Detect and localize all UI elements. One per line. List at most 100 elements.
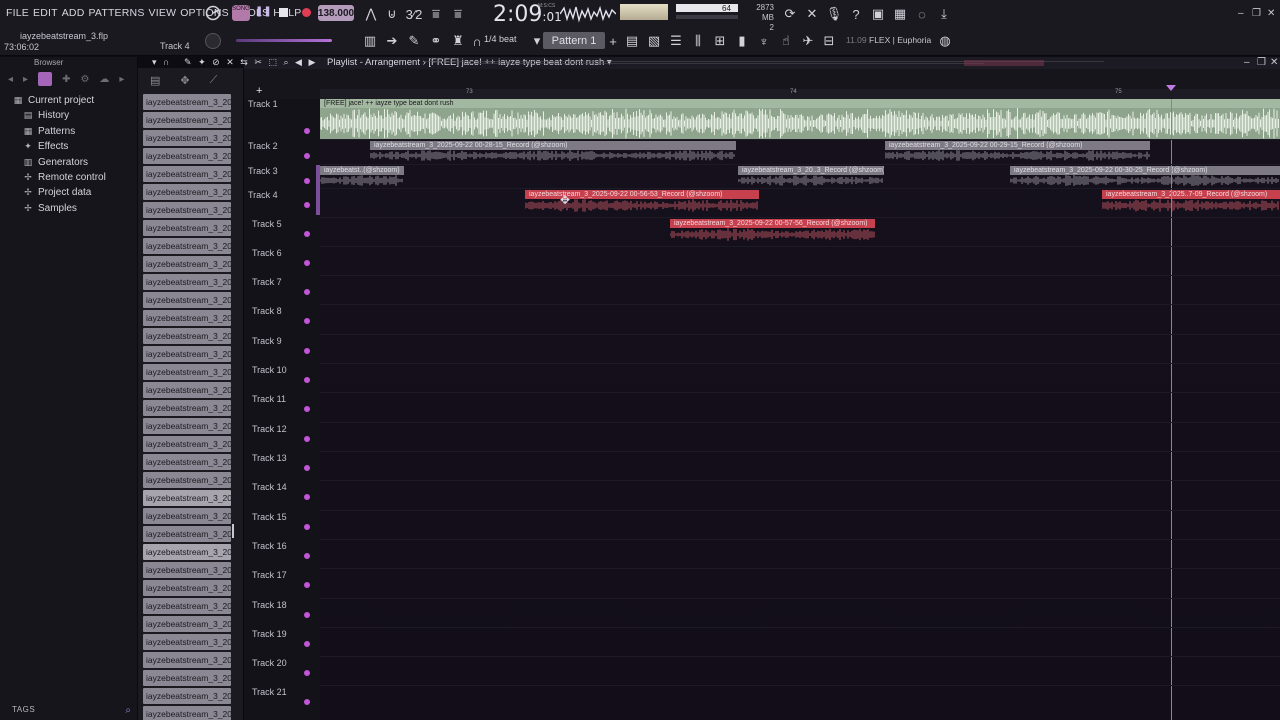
- clip-track3-b[interactable]: iayzebeatstream_3_20..3_Record (@shzoom): [738, 166, 884, 186]
- back-icon[interactable]: ◂: [8, 74, 13, 85]
- track-mute-button[interactable]: [304, 377, 310, 383]
- channel-clip-item[interactable]: iayzebeatstream_3_2025...: [143, 292, 231, 308]
- track-mute-button[interactable]: [304, 318, 310, 324]
- channel-list-scrollbar[interactable]: [232, 524, 234, 538]
- track-mute-button[interactable]: [304, 178, 310, 184]
- track-mute-button[interactable]: [304, 494, 310, 500]
- mute-tool-icon[interactable]: ✕: [226, 57, 234, 67]
- clipboard-icon[interactable]: ▮: [733, 32, 751, 50]
- piano-roll-icon[interactable]: ▧: [645, 32, 663, 50]
- link-icon[interactable]: ⚭: [427, 32, 445, 50]
- track-mute-button[interactable]: [304, 153, 310, 159]
- zoom-tool-icon[interactable]: ⌕: [283, 57, 288, 67]
- step-edit-icon[interactable]: ⩸: [427, 5, 445, 23]
- channel-clip-item[interactable]: iayzebeatstream_3_2025...: [143, 688, 231, 704]
- menu-view[interactable]: VIEW: [147, 6, 179, 20]
- download-icon[interactable]: ⤓: [935, 5, 953, 23]
- paint-tool-icon[interactable]: ✦: [198, 57, 206, 67]
- draw-tool-icon[interactable]: ✎: [184, 57, 192, 67]
- channel-clip-item[interactable]: iayzebeatstream_3_2025...: [143, 202, 231, 218]
- track-mute-button[interactable]: [304, 670, 310, 676]
- clip-track3-c[interactable]: iayzebeatstream_3_2025-09-22 00-30-25_Re…: [1010, 166, 1280, 186]
- channel-clip-item[interactable]: iayzebeatstream_3_2025...: [143, 598, 231, 614]
- countdown-icon[interactable]: 3⁄2: [405, 5, 423, 23]
- channel-clip-item[interactable]: iayzebeatstream_3_2025...: [143, 436, 231, 452]
- pattern-song-toggle[interactable]: SONG: [232, 5, 250, 21]
- forward-icon[interactable]: ▸: [23, 74, 28, 85]
- slice-tool-icon[interactable]: ✂: [254, 57, 262, 67]
- mixer-icon[interactable]: ⫼: [689, 32, 707, 50]
- channel-clip-item[interactable]: iayzebeatstream_3_2025...: [143, 382, 231, 398]
- browser-item-remote-control[interactable]: ✢ Remote control: [0, 170, 137, 185]
- search-icon[interactable]: ⌕: [125, 705, 131, 716]
- channel-clip-item[interactable]: iayzebeatstream_3_2025...: [143, 652, 231, 668]
- metronome-icon[interactable]: ⋀: [362, 5, 380, 23]
- touch-icon[interactable]: ☝: [777, 32, 795, 50]
- track-mute-button[interactable]: [304, 524, 310, 530]
- channel-clip-item[interactable]: iayzebeatstream_3_2025...: [143, 472, 231, 488]
- menu-patterns[interactable]: PATTERNS: [86, 6, 146, 20]
- piano-icon[interactable]: ▥: [361, 32, 379, 50]
- save-icon[interactable]: ▣: [869, 5, 887, 23]
- slip-tool-icon[interactable]: ⇆: [240, 57, 248, 67]
- channel-clip-item[interactable]: iayzebeatstream_3_2025...: [143, 166, 231, 182]
- channel-clip-item[interactable]: iayzebeatstream_3_2025...: [143, 364, 231, 380]
- add-track-icon[interactable]: +: [256, 85, 262, 97]
- channel-clip-item[interactable]: iayzebeatstream_3_2025...: [143, 580, 231, 596]
- wrench-icon[interactable]: ✈: [799, 32, 817, 50]
- channel-clip-item[interactable]: iayzebeatstream_3_2025...: [143, 634, 231, 650]
- delete-tool-icon[interactable]: ⊘: [212, 57, 220, 67]
- master-pitch-slider[interactable]: [236, 39, 332, 42]
- arrangement-lanes[interactable]: [FREE] jace! ++ iayze type beat dont rus…: [320, 99, 1280, 720]
- track-mute-button[interactable]: [304, 612, 310, 618]
- song-overview-strip[interactable]: [424, 60, 1104, 66]
- channel-clip-item[interactable]: iayzebeatstream_3_2025...: [143, 184, 231, 200]
- clip-master-audio[interactable]: [FREE] jace! ++ iayze type beat dont rus…: [320, 99, 1280, 139]
- help-icon[interactable]: ?: [847, 5, 865, 23]
- track-mute-button[interactable]: [304, 465, 310, 471]
- loop-record-icon[interactable]: ⩸: [449, 5, 467, 23]
- stamp-icon[interactable]: ♜: [449, 32, 467, 50]
- browser-icon[interactable]: ⊞: [711, 32, 729, 50]
- select-tool-icon[interactable]: ⬚: [268, 57, 277, 67]
- microphone-icon[interactable]: 🎙︎: [825, 5, 843, 23]
- channel-rack-icon[interactable]: ☰: [667, 32, 685, 50]
- cart-icon[interactable]: ⊟: [820, 32, 838, 50]
- refresh-icon[interactable]: ⟳: [781, 5, 799, 23]
- track-mute-button[interactable]: [304, 406, 310, 412]
- wait-input-icon[interactable]: ⊍: [383, 5, 401, 23]
- clip-track5-a[interactable]: iayzebeatstream_3_2025-09-22 00-57-56_Re…: [670, 219, 875, 241]
- playlist-minimize-icon[interactable]: –: [1244, 57, 1250, 68]
- menu-file[interactable]: FILE: [4, 6, 31, 20]
- globe-icon[interactable]: ◍: [936, 32, 954, 50]
- menu-add[interactable]: ADD: [60, 6, 87, 20]
- track-mute-button[interactable]: [304, 699, 310, 705]
- browser-item-patterns[interactable]: ▦ Patterns: [0, 124, 137, 139]
- track-mute-button[interactable]: [304, 348, 310, 354]
- plugin-icon[interactable]: ▦: [891, 5, 909, 23]
- channel-clip-item[interactable]: iayzebeatstream_3_2025...: [143, 94, 231, 110]
- browser-item-project-data[interactable]: ✢ Project data: [0, 185, 137, 200]
- channel-clip-item[interactable]: iayzebeatstream_3_2025...: [143, 238, 231, 254]
- playlist-menu-icon[interactable]: ▾: [152, 57, 157, 67]
- snap-selector[interactable]: 1/4 beat: [484, 34, 517, 44]
- magnet-tool-icon[interactable]: ∩: [163, 57, 169, 67]
- playlist-restore-icon[interactable]: ❐: [1257, 57, 1266, 68]
- channel-clip-item[interactable]: iayzebeatstream_3_2025...: [143, 616, 231, 632]
- channel-clip-item[interactable]: iayzebeatstream_3_2025...: [143, 418, 231, 434]
- channel-clip-item[interactable]: iayzebeatstream_3_2025...: [143, 400, 231, 416]
- add-pattern-icon[interactable]: +: [604, 32, 622, 50]
- tempo-display[interactable]: 138.000: [318, 5, 354, 21]
- menu-edit[interactable]: EDIT: [31, 6, 60, 20]
- playlist-icon[interactable]: ▤: [623, 32, 641, 50]
- playback-tool-icon[interactable]: ◀: [295, 57, 302, 67]
- channel-clip-item[interactable]: iayzebeatstream_3_2025...: [143, 454, 231, 470]
- menu-icon[interactable]: ▤: [150, 74, 160, 87]
- browser-item-generators[interactable]: ▥ Generators: [0, 155, 137, 170]
- expand-icon[interactable]: ▸: [119, 74, 124, 85]
- channel-clip-item[interactable]: iayzebeatstream_3_2025...: [143, 526, 231, 542]
- starred-icon[interactable]: ✚: [62, 74, 70, 85]
- track-mute-button[interactable]: [304, 641, 310, 647]
- track-mute-button[interactable]: [304, 128, 310, 134]
- channel-clip-item[interactable]: iayzebeatstream_3_2025...: [143, 670, 231, 686]
